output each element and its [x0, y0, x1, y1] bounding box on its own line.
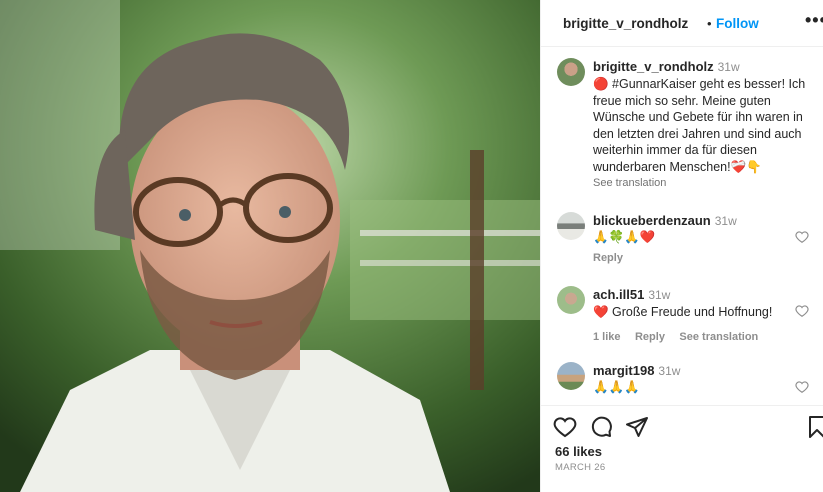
comment-likes-count[interactable]: 1 like	[593, 331, 621, 343]
header-separator: •	[707, 16, 712, 31]
comment-reply-button[interactable]: Reply	[635, 331, 665, 343]
caption-time[interactable]: 31w	[718, 60, 740, 74]
comment-text: 🙏🍀🙏❤️	[593, 230, 656, 244]
comment-username[interactable]: margit198	[593, 363, 654, 378]
post-date[interactable]: MARCH 26	[555, 462, 605, 473]
comment-time[interactable]: 31w	[715, 214, 737, 228]
comment-avatar[interactable]	[557, 212, 585, 240]
comment-avatar[interactable]	[557, 286, 585, 314]
header-username[interactable]: brigitte_v_rondholz	[563, 16, 688, 31]
comment-username[interactable]: ach.ill51	[593, 287, 644, 302]
comment-bubble-icon[interactable]	[589, 415, 613, 439]
caption-username[interactable]: brigitte_v_rondholz	[593, 59, 714, 74]
comment-like-heart-icon[interactable]	[795, 304, 809, 318]
comment-see-translation[interactable]: See translation	[679, 331, 758, 343]
likes-count[interactable]: 66 likes	[555, 444, 602, 459]
comment-text: 🙏🙏🙏	[593, 380, 640, 394]
comment-like-heart-icon[interactable]	[795, 380, 809, 394]
comment-text: ❤️ Große Freude und Hoffnung!	[593, 305, 773, 319]
caption-avatar[interactable]	[557, 58, 585, 86]
comment-time[interactable]: 31w	[658, 364, 680, 378]
heart-outline-icon[interactable]	[553, 415, 577, 439]
comment-like-heart-icon[interactable]	[795, 230, 809, 244]
comment-avatar[interactable]	[557, 362, 585, 390]
comment-username[interactable]: blickueberdenzaun	[593, 213, 711, 228]
post-side-panel: brigitte_v_rondholz • Follow ••• brigitt…	[540, 0, 823, 492]
portrait-illustration	[0, 0, 540, 492]
comment-reply-button[interactable]: Reply	[593, 252, 623, 264]
paper-plane-icon[interactable]	[625, 415, 649, 439]
comment-time[interactable]: 31w	[648, 288, 670, 302]
more-options-icon[interactable]: •••	[805, 10, 823, 31]
post-photo	[0, 0, 540, 492]
follow-button[interactable]: Follow	[716, 16, 759, 31]
caption-text: 🔴 #GunnarKaiser geht es besser! Ich freu…	[593, 77, 806, 174]
post-header: brigitte_v_rondholz • Follow •••	[541, 0, 823, 47]
bookmark-icon[interactable]	[805, 415, 823, 439]
post-actions-bar	[541, 405, 823, 446]
caption-see-translation[interactable]: See translation	[593, 177, 666, 189]
